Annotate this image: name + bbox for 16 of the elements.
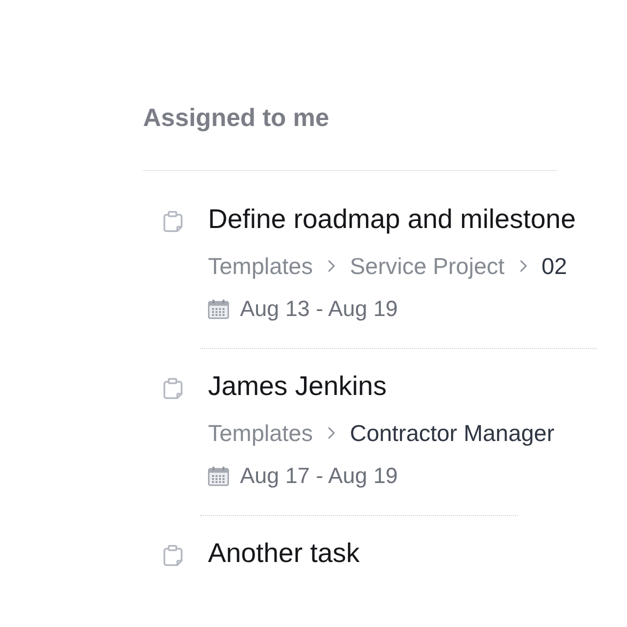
clipboard-icon bbox=[161, 544, 184, 567]
date-range: Aug 13 - Aug 19 bbox=[240, 295, 398, 323]
chevron-right-icon bbox=[328, 260, 335, 272]
chevron-right-icon bbox=[520, 260, 526, 272]
clipboard-icon bbox=[161, 377, 184, 400]
task-title[interactable]: Another task bbox=[208, 536, 360, 570]
task-title[interactable]: Define roadmap and milestone bbox=[208, 202, 576, 236]
calendar-icon bbox=[208, 466, 229, 486]
chevron-right-icon bbox=[328, 427, 335, 439]
breadcrumb-link[interactable]: 02 bbox=[542, 251, 568, 281]
section-heading: Assigned to me bbox=[143, 103, 330, 133]
breadcrumb-link[interactable]: Contractor Manager bbox=[350, 418, 554, 448]
date-range: Aug 17 - Aug 19 bbox=[240, 462, 398, 490]
calendar-icon bbox=[208, 299, 229, 319]
task-title[interactable]: James Jenkins bbox=[208, 369, 387, 403]
clipboard-icon bbox=[161, 210, 184, 233]
